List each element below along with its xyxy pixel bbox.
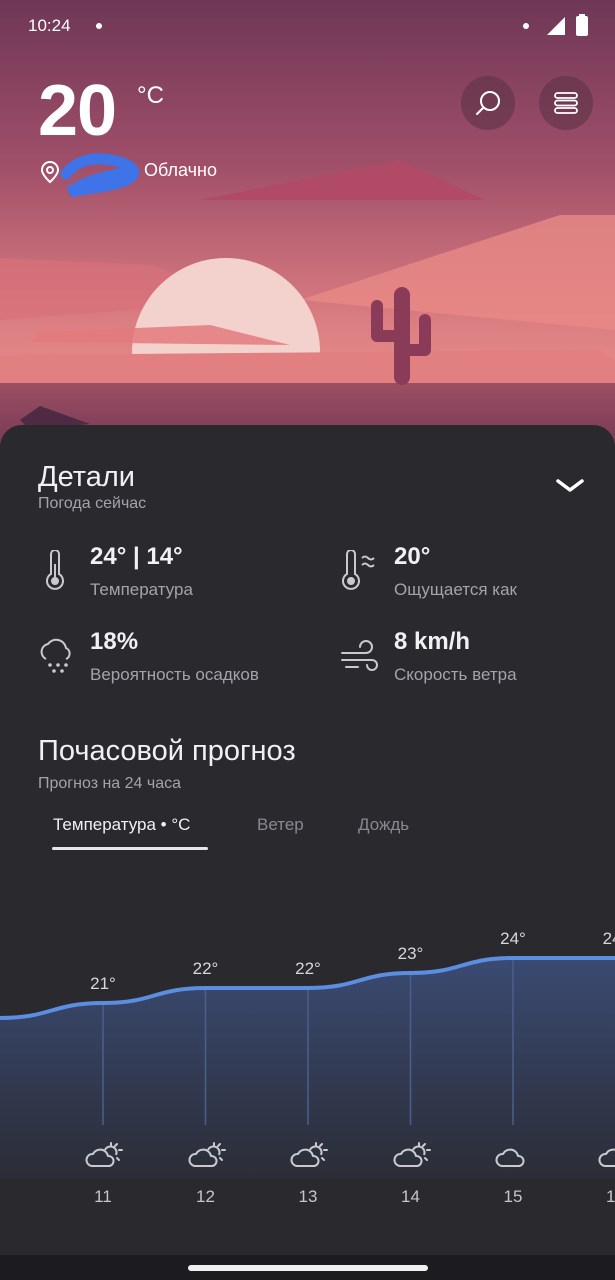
status-time: 10:24 — [28, 16, 71, 35]
temperature-unit: °C — [137, 82, 164, 109]
partly-cloudy-icon — [289, 1140, 329, 1177]
active-tab-indicator — [52, 847, 208, 850]
cloud-icon — [597, 1140, 615, 1177]
feels-like-value: 20° — [394, 543, 431, 570]
wind-speed-label: Скорость ветра — [394, 665, 517, 684]
wind-speed-value: 8 km/h — [394, 628, 471, 655]
notification-dot — [96, 23, 102, 29]
precipitation-label: Вероятность осадков — [90, 665, 259, 684]
hour-label: 14 — [401, 1187, 420, 1206]
list-icon — [554, 92, 578, 114]
current-temperature: 20 — [38, 71, 117, 151]
partly-cloudy-icon — [187, 1140, 227, 1177]
partly-cloudy-icon — [84, 1140, 124, 1177]
gesture-handle[interactable] — [188, 1265, 428, 1271]
thermometer-icon — [46, 550, 64, 590]
tab-rain[interactable]: Дождь — [358, 815, 409, 835]
temperature-value-label: 23° — [398, 944, 424, 963]
precipitation-icon — [40, 638, 71, 673]
hour-label: 16 — [606, 1187, 615, 1206]
temperature-value-label: 24° — [603, 929, 615, 948]
status-dot — [523, 23, 529, 29]
hourly-title: Почасовой прогноз — [38, 735, 296, 767]
temperature-value-label: 22° — [193, 959, 219, 978]
hourly-temperature-chart: 21° 22° 22° 23° 24° 24° — [0, 929, 615, 1180]
temperature-value-label: 22° — [295, 959, 321, 978]
tab-wind[interactable]: Ветер — [257, 815, 304, 835]
partly-cloudy-icon — [392, 1140, 432, 1177]
temperature-range-label: Температура — [90, 580, 193, 599]
feels-like-label: Ощущается как — [394, 580, 517, 599]
location-icon — [40, 160, 60, 184]
chevron-down-icon[interactable] — [554, 475, 586, 495]
feels-like-icon — [342, 550, 375, 590]
cloud-icon — [494, 1140, 534, 1177]
details-title: Детали — [38, 461, 136, 493]
hour-label: 12 — [196, 1187, 215, 1206]
hour-label: 15 — [503, 1187, 523, 1206]
details-subtitle: Погода сейчас — [38, 495, 147, 512]
weather-condition: Облачно — [144, 160, 217, 180]
hour-label: 13 — [298, 1187, 318, 1206]
search-icon — [476, 91, 500, 115]
battery-icon — [576, 14, 588, 36]
temperature-range-value: 24° | 14° — [90, 543, 183, 570]
precipitation-value: 18% — [90, 628, 139, 655]
temperature-value-label: 24° — [500, 929, 526, 948]
menu-button[interactable] — [539, 76, 593, 130]
tab-temperature[interactable]: Температура • °C — [53, 815, 190, 835]
signal-icon — [547, 17, 565, 35]
redacted-location — [60, 153, 140, 198]
status-bar: 10:24 — [0, 0, 615, 52]
hour-label: 11 — [94, 1187, 112, 1206]
wind-icon — [341, 640, 378, 671]
search-city-button[interactable] — [461, 76, 515, 130]
temperature-value-label: 21° — [90, 974, 116, 993]
hourly-subtitle: Прогноз на 24 часа — [38, 775, 182, 792]
